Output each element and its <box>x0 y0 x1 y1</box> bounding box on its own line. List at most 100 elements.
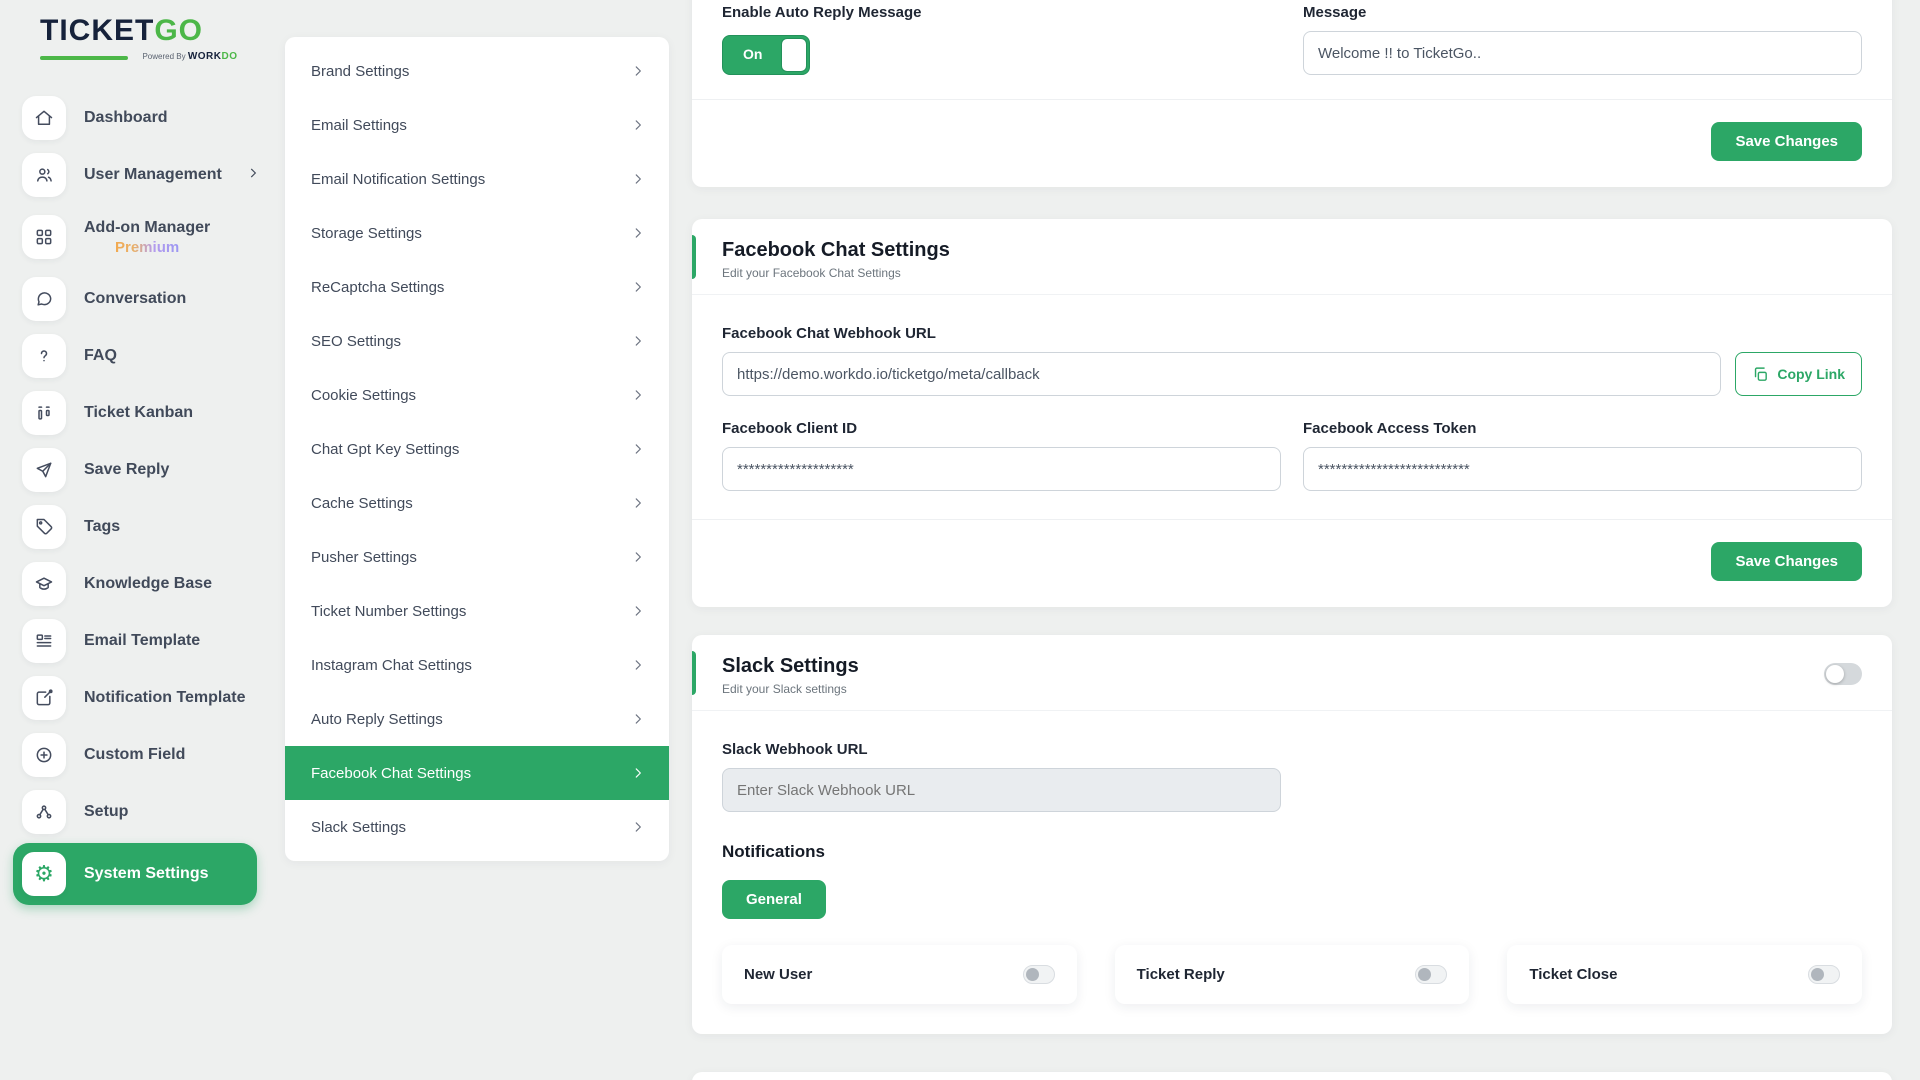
submenu-label: Facebook Chat Settings <box>311 765 471 782</box>
submenu-item-email-settings[interactable]: Email Settings <box>285 98 669 152</box>
logo-text: TICKETGO <box>40 14 238 48</box>
sidebar-item-label: Setup <box>84 803 128 821</box>
sidebar-item-label: Conversation <box>84 290 186 308</box>
sidebar-item-setup[interactable]: Setup <box>22 786 285 838</box>
toggle-knob <box>1811 968 1824 981</box>
sidebar-item-user-management[interactable]: User Management <box>22 149 285 201</box>
sidebar-item-system-settings[interactable]: ⚙ System Settings <box>13 843 257 905</box>
powered-by-text: Powered By WORKDO <box>142 51 237 62</box>
users-icon <box>22 153 66 197</box>
sidebar: TICKETGO Powered By WORKDO Dashboard <box>0 0 285 1080</box>
submenu-label: Instagram Chat Settings <box>311 657 472 674</box>
ticket-reply-toggle[interactable] <box>1415 965 1447 984</box>
submenu-item-storage-settings[interactable]: Storage Settings <box>285 206 669 260</box>
submenu-item-auto-reply-settings[interactable]: Auto Reply Settings <box>285 692 669 746</box>
facebook-access-token-input[interactable] <box>1303 447 1862 491</box>
sidebar-item-notification-template[interactable]: Notification Template <box>22 672 285 724</box>
auto-reply-toggle[interactable]: On <box>722 35 810 75</box>
submenu-label: Ticket Number Settings <box>311 603 466 620</box>
sidebar-item-label: FAQ <box>84 347 117 365</box>
chevron-right-icon <box>631 712 645 726</box>
submenu-label: Chat Gpt Key Settings <box>311 441 459 458</box>
sidebar-item-tags[interactable]: Tags <box>22 501 285 553</box>
slack-settings-card: Slack Settings Edit your Slack settings … <box>692 635 1892 1034</box>
copy-icon <box>1752 366 1769 383</box>
submenu-item-email-notification-settings[interactable]: Email Notification Settings <box>285 152 669 206</box>
toggle-card-label: Ticket Close <box>1529 966 1617 983</box>
slack-webhook-input[interactable] <box>722 768 1281 812</box>
submenu-item-brand-settings[interactable]: Brand Settings <box>285 44 669 98</box>
submenu-item-instagram-chat-settings[interactable]: Instagram Chat Settings <box>285 638 669 692</box>
chevron-right-icon <box>631 496 645 510</box>
ticket-close-toggle[interactable] <box>1808 965 1840 984</box>
tag-icon <box>22 505 66 549</box>
ticket-close-toggle-card: Ticket Close <box>1507 945 1862 1004</box>
submenu-item-cookie-settings[interactable]: Cookie Settings <box>285 368 669 422</box>
send-icon <box>22 448 66 492</box>
slack-enable-toggle[interactable] <box>1824 663 1862 685</box>
layout-list-icon <box>22 619 66 663</box>
general-tab-button[interactable]: General <box>722 880 826 919</box>
message-label: Message <box>1303 4 1862 21</box>
toggle-card-label: New User <box>744 966 812 983</box>
facebook-webhook-input[interactable] <box>722 352 1721 396</box>
sidebar-item-conversation[interactable]: Conversation <box>22 273 285 325</box>
message-input[interactable] <box>1303 31 1862 75</box>
submenu-item-cache-settings[interactable]: Cache Settings <box>285 476 669 530</box>
chevron-right-icon <box>631 334 645 348</box>
hub-icon <box>22 790 66 834</box>
facebook-client-id-input[interactable] <box>722 447 1281 491</box>
grid-icon <box>22 215 66 259</box>
sidebar-item-email-template[interactable]: Email Template <box>22 615 285 667</box>
copy-link-button[interactable]: Copy Link <box>1735 352 1862 396</box>
facebook-client-id-label: Facebook Client ID <box>722 420 1281 437</box>
submenu-label: Cookie Settings <box>311 387 416 404</box>
submenu-item-chat-gpt-key-settings[interactable]: Chat Gpt Key Settings <box>285 422 669 476</box>
save-changes-button[interactable]: Save Changes <box>1711 542 1862 581</box>
submenu-item-pusher-settings[interactable]: Pusher Settings <box>285 530 669 584</box>
sidebar-item-label: Knowledge Base <box>84 575 212 593</box>
sidebar-item-label: Notification Template <box>84 689 246 707</box>
submenu-label: Slack Settings <box>311 819 406 836</box>
submenu-label: Brand Settings <box>311 63 409 80</box>
sidebar-item-knowledge-base[interactable]: Knowledge Base <box>22 558 285 610</box>
submenu-item-slack-settings[interactable]: Slack Settings <box>285 800 669 854</box>
sidebar-item-ticket-kanban[interactable]: Ticket Kanban <box>22 387 285 439</box>
sidebar-item-addon-manager[interactable]: Add-on Manager Premium <box>22 206 285 268</box>
chevron-right-icon <box>631 604 645 618</box>
ticketgo-logo[interactable]: TICKETGO Powered By WORKDO <box>22 14 238 66</box>
submenu-label: Auto Reply Settings <box>311 711 443 728</box>
main-content: Enable Auto Reply Message On Message Sav… <box>692 0 1892 1034</box>
submenu-item-seo-settings[interactable]: SEO Settings <box>285 314 669 368</box>
slack-card-title: Slack Settings <box>722 655 859 678</box>
premium-badge: Premium <box>115 239 179 256</box>
chat-bubble-icon <box>22 277 66 321</box>
toggle-knob <box>781 38 807 72</box>
sidebar-item-save-reply[interactable]: Save Reply <box>22 444 285 496</box>
copy-link-label: Copy Link <box>1777 366 1845 382</box>
new-user-toggle[interactable] <box>1023 965 1055 984</box>
chevron-right-icon <box>631 64 645 78</box>
auto-reply-settings-card: Enable Auto Reply Message On Message Sav… <box>692 0 1892 187</box>
share-box-icon <box>22 676 66 720</box>
sidebar-nav: Dashboard User Management Add-on Manager… <box>22 92 285 910</box>
submenu-item-facebook-chat-settings[interactable]: Facebook Chat Settings <box>285 746 669 800</box>
toggle-knob <box>1026 968 1039 981</box>
submenu-label: SEO Settings <box>311 333 401 350</box>
submenu-label: Storage Settings <box>311 225 422 242</box>
sidebar-item-dashboard[interactable]: Dashboard <box>22 92 285 144</box>
sidebar-item-label: User Management <box>84 166 222 184</box>
slack-card-subtitle: Edit your Slack settings <box>722 682 859 696</box>
submenu-item-recaptcha-settings[interactable]: ReCaptcha Settings <box>285 260 669 314</box>
home-icon <box>22 96 66 140</box>
sidebar-item-custom-field[interactable]: Custom Field <box>22 729 285 781</box>
ticketgo-app: TICKETGO Powered By WORKDO Dashboard <box>0 0 1920 1080</box>
question-icon <box>22 334 66 378</box>
next-card-edge <box>692 1072 1892 1080</box>
save-changes-button[interactable]: Save Changes <box>1711 122 1862 161</box>
sidebar-item-label: Ticket Kanban <box>84 404 193 422</box>
facebook-chat-settings-card: Facebook Chat Settings Edit your Faceboo… <box>692 219 1892 607</box>
chevron-right-icon <box>631 658 645 672</box>
sidebar-item-faq[interactable]: FAQ <box>22 330 285 382</box>
submenu-item-ticket-number-settings[interactable]: Ticket Number Settings <box>285 584 669 638</box>
